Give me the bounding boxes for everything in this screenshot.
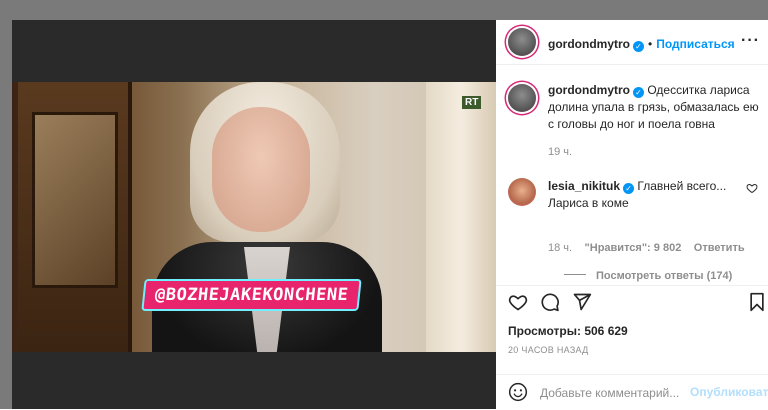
post-timestamp[interactable]: 20 ЧАСОВ НАЗАД xyxy=(508,345,589,355)
caption-avatar[interactable] xyxy=(508,84,536,112)
post-header: gordondmytro ✓ • Подписаться ··· xyxy=(496,20,768,65)
modal-backdrop-top[interactable] xyxy=(0,0,768,20)
comment-text-line1: Главней всего... xyxy=(637,179,727,193)
views-count[interactable]: Просмотры: 506 629 xyxy=(508,324,628,338)
caption-time[interactable]: 19 ч. xyxy=(548,146,572,158)
post-video[interactable]: RT @BOZHEJAKEKONCHENE xyxy=(12,20,496,409)
replies-line xyxy=(564,274,586,276)
comment-likes[interactable]: "Нравится": 9 802 xyxy=(585,242,682,254)
comment-icon[interactable] xyxy=(540,292,560,312)
scene-cabinet xyxy=(18,82,132,352)
view-replies-label[interactable]: Посмотреть ответы (174) xyxy=(596,270,732,282)
verified-icon: ✓ xyxy=(633,87,644,98)
comment-input[interactable]: Добавьте комментарий... xyxy=(540,385,679,402)
rt-watermark: RT xyxy=(462,96,482,109)
author-username[interactable]: gordondmytro xyxy=(548,37,630,51)
video-sticker: @BOZHEJAKEKONCHENE xyxy=(141,279,362,311)
scene-person-face xyxy=(212,107,310,232)
share-icon[interactable] xyxy=(572,292,592,312)
follow-button[interactable]: Подписаться xyxy=(656,37,734,51)
post-modal: RT @BOZHEJAKEKONCHENE gordondmytro ✓ • Подп… xyxy=(12,20,768,409)
modal-backdrop-left[interactable] xyxy=(0,20,12,409)
comment: lesia_nikituk ✓ Главней всего... Лариса в… xyxy=(548,178,738,212)
heart-icon[interactable] xyxy=(508,292,528,312)
view-replies[interactable]: Посмотреть ответы (174) xyxy=(564,266,732,284)
comment-composer: Добавьте комментарий... Опубликовать xyxy=(496,374,768,410)
more-icon[interactable]: ··· xyxy=(741,32,760,50)
video-frame[interactable]: RT @BOZHEJAKEKONCHENE xyxy=(12,82,496,352)
comment-text-line2: Лариса в коме xyxy=(548,196,629,210)
caption-username[interactable]: gordondmytro xyxy=(548,83,630,97)
author-avatar[interactable] xyxy=(508,28,536,56)
like-comment-icon[interactable] xyxy=(746,182,758,194)
post-sidebar: gordondmytro ✓ • Подписаться ··· gordondmyt… xyxy=(496,20,768,409)
action-bar xyxy=(496,285,768,320)
verified-icon: ✓ xyxy=(633,41,644,52)
commenter-username[interactable]: lesia_nikituk xyxy=(548,179,620,193)
comment-time[interactable]: 18 ч. xyxy=(548,242,572,254)
caption: gordondmytro ✓ Одесситка лариса долина уп… xyxy=(548,82,760,133)
publish-button[interactable]: Опубликовать xyxy=(690,385,768,399)
comment-meta: 18 ч. "Нравится": 9 802 Ответить xyxy=(548,238,745,256)
emoji-icon[interactable] xyxy=(508,382,528,402)
verified-icon: ✓ xyxy=(623,183,635,194)
separator-dot: • xyxy=(648,37,653,51)
header-line: gordondmytro ✓ • Подписаться xyxy=(548,35,735,53)
reply-button[interactable]: Ответить xyxy=(694,242,745,254)
commenter-avatar[interactable] xyxy=(508,178,536,206)
bookmark-icon[interactable] xyxy=(748,292,766,312)
scene-curtain xyxy=(426,82,496,352)
